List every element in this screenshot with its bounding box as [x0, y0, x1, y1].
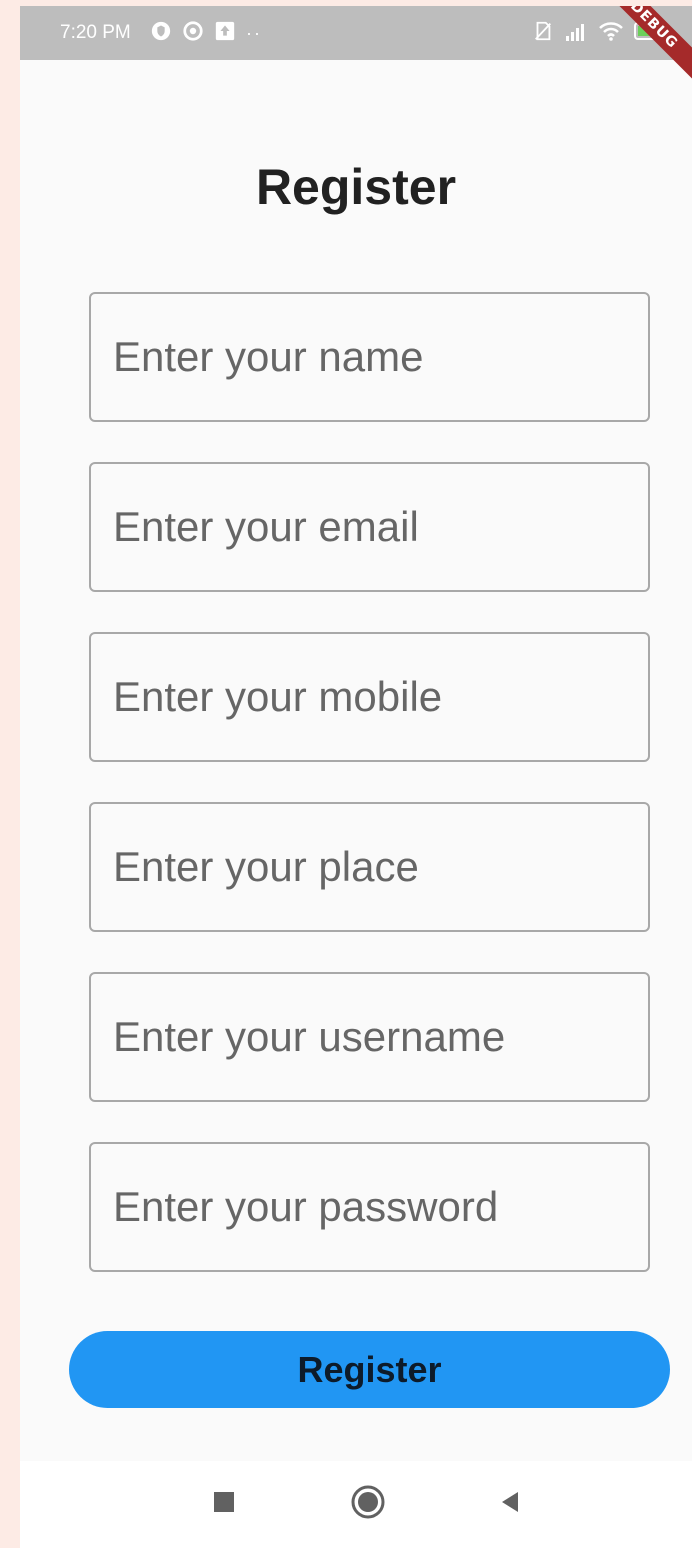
upload-icon — [214, 20, 236, 47]
navigation-bar — [20, 1461, 692, 1548]
home-circle-icon — [350, 1484, 386, 1525]
page-title: Register — [255, 159, 457, 215]
name-input[interactable] — [89, 292, 650, 422]
password-input[interactable] — [89, 1142, 650, 1272]
shield-icon — [150, 20, 172, 47]
back-button[interactable] — [470, 1461, 550, 1548]
phone-screen: 7:20 PM ·· DEBUG Register Enter your nam… — [20, 6, 692, 1548]
username-input[interactable] — [89, 972, 650, 1102]
status-left-icons: ·· — [150, 20, 262, 47]
place-input[interactable] — [89, 802, 650, 932]
mobile-input[interactable] — [89, 632, 650, 762]
email-input[interactable] — [89, 462, 650, 592]
home-button[interactable] — [328, 1461, 408, 1548]
no-sim-icon — [532, 20, 554, 47]
signal-icon — [564, 20, 588, 47]
status-time: 7:20 PM — [60, 22, 131, 43]
circle-at-icon — [182, 20, 204, 47]
register-button[interactable]: Register — [69, 1331, 670, 1408]
status-overflow-dots: ·· — [246, 23, 262, 43]
back-triangle-icon — [498, 1490, 522, 1519]
wifi-icon — [598, 20, 624, 47]
recents-square-icon — [212, 1490, 236, 1519]
recents-button[interactable] — [184, 1461, 264, 1548]
status-bar: 7:20 PM ·· DEBUG — [20, 6, 692, 97]
